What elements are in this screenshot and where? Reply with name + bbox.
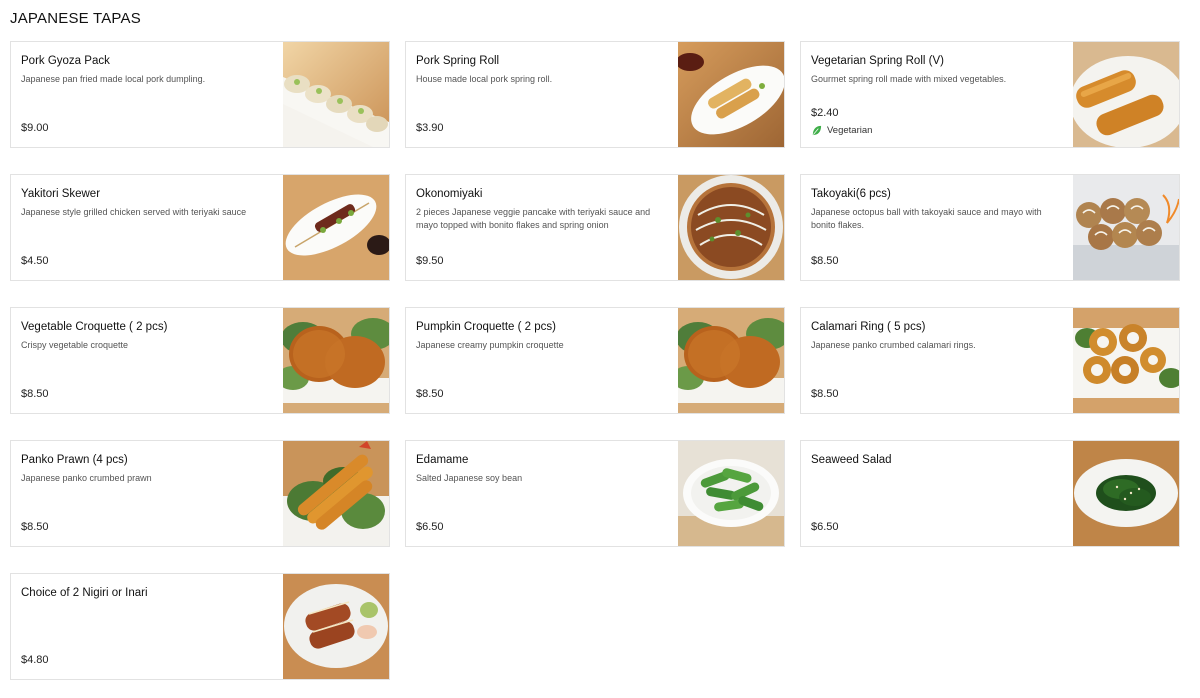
calamari-photo	[1073, 308, 1179, 413]
prawn-photo	[283, 441, 389, 546]
card-text: Yakitori Skewer Japanese style grilled c…	[11, 175, 283, 280]
card-text: Pork Spring Roll House made local pork s…	[406, 42, 678, 147]
menu-item-card[interactable]: Vegetarian Spring Roll (V) Gourmet sprin…	[800, 41, 1180, 148]
item-description: Japanese creamy pumpkin croquette	[416, 340, 564, 350]
card-text: Panko Prawn (4 pcs) Japanese panko crumb…	[11, 441, 283, 546]
menu-item-card[interactable]: Calamari Ring ( 5 pcs) Japanese panko cr…	[800, 307, 1180, 414]
item-price: $8.50	[811, 388, 839, 400]
card-text: Takoyaki(6 pcs) Japanese octopus ball wi…	[801, 175, 1073, 280]
card-text: Edamame Salted Japanese soy bean $6.50	[406, 441, 678, 546]
item-price: $8.50	[21, 388, 49, 400]
item-description: Salted Japanese soy bean	[416, 473, 523, 483]
card-text: Choice of 2 Nigiri or Inari $4.80	[11, 574, 283, 679]
card-text: Pork Gyoza Pack Japanese pan fried made …	[11, 42, 283, 147]
vegetarian-tag: Vegetarian	[811, 125, 872, 136]
item-name: Okonomiyaki	[416, 188, 483, 200]
card-text: Vegetable Croquette ( 2 pcs) Crispy vege…	[11, 308, 283, 413]
menu-item-card[interactable]: Panko Prawn (4 pcs) Japanese panko crumb…	[10, 440, 390, 547]
item-description: Japanese octopus ball with takoyaki sauc…	[811, 207, 1042, 230]
item-name: Vegetable Croquette ( 2 pcs)	[21, 321, 168, 333]
item-price: $8.50	[21, 521, 49, 533]
item-price: $2.40	[811, 107, 839, 119]
croquette-photo	[678, 308, 784, 413]
item-price: $6.50	[811, 521, 839, 533]
item-price: $6.50	[416, 521, 444, 533]
item-price: $8.50	[416, 388, 444, 400]
card-text: Seaweed Salad $6.50	[801, 441, 1073, 546]
item-name: Pumpkin Croquette ( 2 pcs)	[416, 321, 556, 333]
menu-item-card[interactable]: Pork Spring Roll House made local pork s…	[405, 41, 785, 148]
card-text: Calamari Ring ( 5 pcs) Japanese panko cr…	[801, 308, 1073, 413]
item-name: Edamame	[416, 454, 469, 466]
item-description: House made local pork spring roll.	[416, 74, 553, 84]
menu-grid: Pork Gyoza Pack Japanese pan fried made …	[10, 41, 1180, 680]
menu-item-card[interactable]: Edamame Salted Japanese soy bean $6.50	[405, 440, 785, 547]
okonomiyaki-photo	[678, 175, 784, 280]
item-description: Crispy vegetable croquette	[21, 340, 129, 350]
menu-item-card[interactable]: Okonomiyaki 2 pieces Japanese veggie pan…	[405, 174, 785, 281]
card-text: Vegetarian Spring Roll (V) Gourmet sprin…	[801, 42, 1073, 147]
card-text: Okonomiyaki 2 pieces Japanese veggie pan…	[406, 175, 678, 280]
item-name: Takoyaki(6 pcs)	[811, 188, 891, 200]
item-name: Calamari Ring ( 5 pcs)	[811, 321, 926, 333]
takoyaki-photo	[1073, 175, 1179, 280]
item-description: Japanese panko crumbed calamari rings.	[811, 340, 976, 350]
item-description: Gourmet spring roll made with mixed vege…	[811, 74, 1007, 84]
seaweed-salad-photo	[1073, 441, 1179, 546]
croquette-photo	[283, 308, 389, 413]
leaf-icon	[812, 125, 822, 136]
item-name: Pork Gyoza Pack	[21, 55, 110, 67]
section-title: JAPANESE TAPAS	[10, 10, 141, 27]
item-description: 2 pieces Japanese veggie pancake with te…	[416, 207, 651, 230]
card-text: Pumpkin Croquette ( 2 pcs) Japanese crea…	[406, 308, 678, 413]
menu-item-card[interactable]: Seaweed Salad $6.50	[800, 440, 1180, 547]
item-description: Japanese panko crumbed prawn	[21, 473, 152, 483]
item-price: $8.50	[811, 255, 839, 267]
item-description: Japanese pan fried made local pork dumpl…	[21, 74, 206, 84]
menu-item-card[interactable]: Takoyaki(6 pcs) Japanese octopus ball wi…	[800, 174, 1180, 281]
item-price: $4.80	[21, 654, 49, 666]
item-name: Panko Prawn (4 pcs)	[21, 454, 128, 466]
item-name: Choice of 2 Nigiri or Inari	[21, 587, 148, 599]
nigiri-photo	[283, 574, 389, 679]
menu-item-card[interactable]: Choice of 2 Nigiri or Inari $4.80	[10, 573, 390, 680]
item-price: $9.00	[21, 122, 49, 134]
item-name: Yakitori Skewer	[21, 188, 101, 200]
item-description: Japanese style grilled chicken served wi…	[21, 207, 247, 217]
tag-label: Vegetarian	[827, 125, 873, 136]
menu-item-card[interactable]: Pork Gyoza Pack Japanese pan fried made …	[10, 41, 390, 148]
item-price: $9.50	[416, 255, 444, 267]
veg-spring-roll-photo	[1073, 42, 1179, 147]
item-price: $4.50	[21, 255, 49, 267]
yakitori-photo	[283, 175, 389, 280]
menu-item-card[interactable]: Pumpkin Croquette ( 2 pcs) Japanese crea…	[405, 307, 785, 414]
item-name: Vegetarian Spring Roll (V)	[811, 55, 944, 67]
spring-roll-photo	[678, 42, 784, 147]
gyoza-photo	[283, 42, 389, 147]
item-name: Pork Spring Roll	[416, 55, 500, 67]
menu-item-card[interactable]: Yakitori Skewer Japanese style grilled c…	[10, 174, 390, 281]
item-name: Seaweed Salad	[811, 454, 892, 466]
edamame-photo	[678, 441, 784, 546]
menu-item-card[interactable]: Vegetable Croquette ( 2 pcs) Crispy vege…	[10, 307, 390, 414]
item-price: $3.90	[416, 122, 444, 134]
